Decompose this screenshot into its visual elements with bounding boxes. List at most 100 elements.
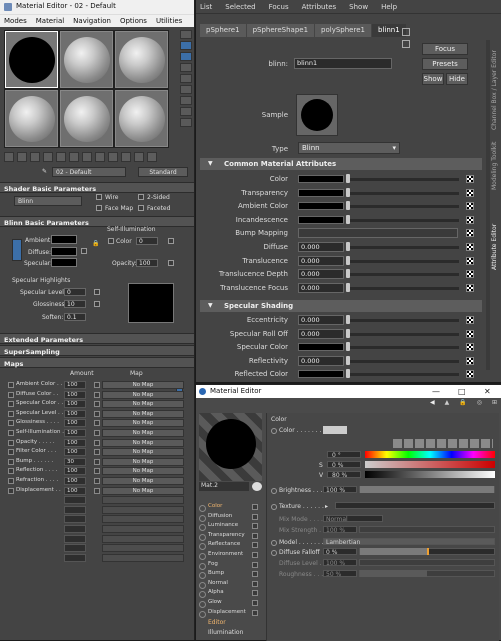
soften-value[interactable]: 0.1 xyxy=(64,313,86,321)
map-button[interactable]: No Map xyxy=(102,467,184,476)
material-name-field[interactable]: 02 - Default xyxy=(52,167,126,177)
attr-color-swatch[interactable] xyxy=(298,202,344,211)
map-enable-checkbox[interactable] xyxy=(8,468,14,475)
side-tab-modeling-toolkit[interactable]: Modeling Toolkit xyxy=(491,130,501,190)
mix-strength-field[interactable]: 100 % xyxy=(323,526,357,534)
ambient-swatch[interactable] xyxy=(51,235,77,244)
show-button[interactable]: Show xyxy=(422,73,444,85)
channel-item[interactable]: Diffusion xyxy=(198,513,258,523)
map-checkbox[interactable] xyxy=(94,401,100,408)
map-enable-checkbox[interactable] xyxy=(8,391,14,398)
sample-slot[interactable] xyxy=(60,31,113,88)
attr-slider[interactable] xyxy=(348,359,459,363)
channel-item[interactable]: Displacement xyxy=(198,609,258,619)
map-enable-checkbox[interactable] xyxy=(8,487,14,494)
node-name-field[interactable]: blinn1 xyxy=(294,58,392,69)
opacity-value[interactable]: 100 xyxy=(136,259,158,267)
material-navigator-icon[interactable] xyxy=(180,118,192,127)
hide-button[interactable]: Hide xyxy=(446,73,468,85)
map-enable-checkbox[interactable] xyxy=(8,410,14,417)
map-button-icon[interactable] xyxy=(466,243,474,251)
attr-slider[interactable] xyxy=(348,178,459,181)
go-to-parent-icon[interactable] xyxy=(134,152,144,162)
attr-slider[interactable] xyxy=(348,205,459,209)
attr-slider-knob[interactable] xyxy=(346,282,350,292)
map-enable-checkbox[interactable] xyxy=(8,458,14,465)
close-icon[interactable]: ✕ xyxy=(484,387,491,396)
channel-item[interactable]: Bump xyxy=(198,570,258,580)
map-amount[interactable]: 100 xyxy=(64,419,86,428)
mix-mode-dropdown[interactable]: Normal xyxy=(323,515,383,523)
map-button-icon[interactable] xyxy=(466,188,474,197)
minimize-icon[interactable]: — xyxy=(432,387,440,396)
attr-value[interactable]: 0.000 xyxy=(298,328,344,339)
sample-type-icon[interactable] xyxy=(180,30,192,39)
map-button-icon[interactable] xyxy=(466,356,474,365)
tab-nav-icon[interactable] xyxy=(402,40,410,48)
attr-slider[interactable] xyxy=(348,373,459,377)
attr-slider[interactable] xyxy=(348,218,459,222)
map-amount[interactable]: 100 xyxy=(64,429,86,437)
menu-utilities[interactable]: Utilities xyxy=(156,17,182,25)
attr-slider-knob[interactable] xyxy=(346,269,350,279)
menu-help[interactable]: Help xyxy=(381,3,397,11)
map-button-icon[interactable] xyxy=(466,370,474,379)
diffuse-map-button[interactable] xyxy=(81,248,87,254)
sample-slot[interactable] xyxy=(115,90,168,147)
channel-item[interactable]: Glow xyxy=(198,599,258,609)
shader-basic-rollout[interactable]: Shader Basic Parameters xyxy=(0,182,194,193)
attr-color-swatch[interactable] xyxy=(298,175,344,183)
channel-item[interactable]: Reflectance xyxy=(198,541,258,551)
texture-field[interactable] xyxy=(335,502,495,509)
presets-button[interactable]: Presets xyxy=(422,58,468,70)
spec-level-value[interactable]: 0 xyxy=(64,288,86,296)
channel-checkbox[interactable] xyxy=(252,513,258,520)
map-button-icon[interactable] xyxy=(466,256,474,265)
attr-color-swatch[interactable] xyxy=(298,215,344,224)
attr-slider-knob[interactable] xyxy=(346,214,350,224)
bump-field[interactable] xyxy=(298,228,458,239)
map-checkbox[interactable] xyxy=(94,468,100,475)
menu-navigation[interactable]: Navigation xyxy=(73,17,111,25)
channel-checkbox[interactable] xyxy=(252,504,258,510)
map-amount[interactable]: 100 xyxy=(64,381,86,389)
attr-value[interactable]: 0.000 xyxy=(298,242,344,252)
eyedropper-icon[interactable]: ✎ xyxy=(42,168,47,175)
channel-item[interactable]: Fog xyxy=(198,561,258,571)
channel-item[interactable]: Transparency xyxy=(198,532,258,542)
attr-slider[interactable] xyxy=(348,346,459,350)
attr-color-swatch[interactable] xyxy=(298,188,344,197)
back-arrow-icon[interactable]: ◀ xyxy=(430,399,435,407)
attr-value[interactable]: 0.000 xyxy=(298,315,344,325)
channel-checkbox[interactable] xyxy=(252,532,258,539)
map-amount[interactable]: 100 xyxy=(64,467,86,476)
lock-small-icon[interactable]: 🔒 xyxy=(92,240,99,247)
focus-button[interactable]: Focus xyxy=(422,43,468,55)
menu-options[interactable]: Options xyxy=(120,17,147,25)
texture-anim-radio[interactable] xyxy=(271,504,277,510)
footer-illumination[interactable]: Illumination xyxy=(208,629,243,636)
map-amount[interactable]: 100 xyxy=(64,390,86,399)
map-button-icon[interactable] xyxy=(466,316,474,324)
attr-slider[interactable] xyxy=(348,259,459,263)
supersampling-rollout[interactable]: SuperSampling xyxy=(0,345,194,356)
sample-slot[interactable] xyxy=(5,31,58,88)
map-amount[interactable]: 100 xyxy=(64,477,86,485)
attr-slider-knob[interactable] xyxy=(346,255,350,265)
map-enable-checkbox[interactable] xyxy=(8,420,14,427)
map-button[interactable]: No Map xyxy=(102,438,184,447)
map-checkbox[interactable] xyxy=(94,439,100,446)
channel-checkbox[interactable] xyxy=(252,600,258,606)
shader-dropdown[interactable]: Blinn xyxy=(14,196,82,206)
channel-item[interactable]: Environment xyxy=(198,551,258,561)
footer-editor[interactable]: Editor xyxy=(208,619,226,626)
attr-slider-knob[interactable] xyxy=(346,201,350,211)
map-checkbox[interactable] xyxy=(94,449,100,456)
menu-modes[interactable]: Modes xyxy=(4,17,27,25)
attr-slider-knob[interactable] xyxy=(346,369,350,379)
attr-value[interactable]: 0.000 xyxy=(298,282,344,293)
map-checkbox[interactable] xyxy=(94,391,100,398)
attr-slider-knob[interactable] xyxy=(346,242,350,251)
menu-show[interactable]: Show xyxy=(349,3,368,11)
map-button[interactable]: No Map xyxy=(102,448,184,457)
